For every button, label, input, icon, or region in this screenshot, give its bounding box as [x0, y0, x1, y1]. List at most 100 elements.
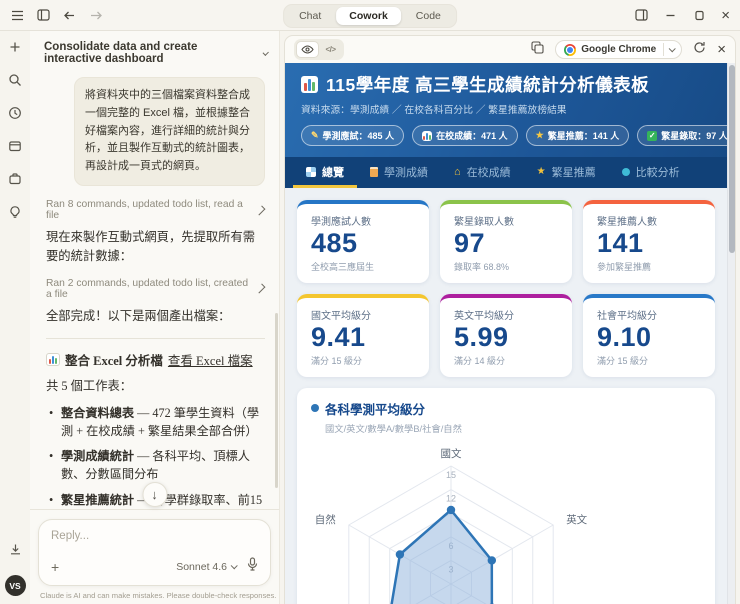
excel-chart-icon	[46, 353, 60, 367]
svg-text:自然: 自然	[315, 513, 336, 526]
copy-page-icon[interactable]	[531, 40, 544, 59]
panel-right-icon[interactable]	[634, 8, 648, 22]
icon-rail: VS	[0, 31, 30, 604]
chevron-right-icon	[255, 283, 266, 294]
dash-tab-compare[interactable]: 比較分析	[609, 157, 693, 188]
chevron-down-icon	[668, 45, 676, 53]
stat-card-english: 英文平均級分 5.99 滿分 14 級分	[440, 293, 572, 377]
svg-text:12: 12	[446, 493, 456, 503]
close-preview-icon[interactable]: ×	[717, 42, 726, 57]
star-icon: ★	[536, 166, 546, 177]
download-icon[interactable]	[9, 543, 22, 561]
pill-exam-count: ✎ 學測應試：485 人	[301, 125, 405, 146]
message-divider	[46, 338, 265, 340]
microphone-icon[interactable]	[247, 557, 258, 576]
grid-icon	[306, 167, 316, 177]
dashboard-title-icon	[301, 76, 318, 93]
conversation-header[interactable]: Consolidate data and create interactive …	[30, 31, 279, 69]
stat-card-social: 社會平均級分 9.10 滿分 15 級分	[583, 293, 715, 377]
code-view-icon[interactable]: </>	[319, 41, 342, 58]
history-icon[interactable]	[8, 106, 22, 125]
pencil-icon: ✎	[311, 130, 319, 140]
dashboard-scrollbar-thumb[interactable]	[729, 65, 735, 253]
maximize-icon[interactable]	[692, 8, 706, 22]
scroll-to-bottom-button[interactable]: ↓	[142, 482, 167, 507]
browser-name: Google Chrome	[581, 44, 657, 55]
chrome-logo-icon	[564, 43, 577, 56]
bullet-dot-icon	[311, 404, 319, 413]
tool-call-text: Ran 2 commands, updated todo list, creat…	[46, 277, 249, 300]
tool-call-summary[interactable]: Ran 2 commands, updated todo list, creat…	[46, 277, 266, 300]
summary-pills: ✎ 學測應試：485 人 在校成績：471 人 ★ 繁星推薦：141 人 ✓ 繁星錄取…	[301, 125, 735, 146]
projects-icon[interactable]	[8, 139, 22, 158]
reply-composer[interactable]: Reply... + Sonnet 4.6	[38, 519, 271, 586]
attach-button[interactable]: +	[51, 560, 59, 574]
browser-toolbar: </> Google Chrome ×	[285, 36, 735, 63]
forward-arrow-icon[interactable]	[88, 8, 102, 22]
view-excel-link[interactable]: 查看 Excel 檔案	[168, 350, 253, 369]
dashboard-scrollbar-track[interactable]	[727, 63, 735, 604]
stat-card-chinese: 國文平均級分 9.41 滿分 15 級分	[297, 293, 429, 377]
chat-scrollbar[interactable]	[275, 313, 278, 488]
dashboard-viewport: 115學年度 高三學生成績統計分析儀表板 資料來源：學測成績 ／ 在校各科百分比…	[285, 63, 735, 604]
chevron-down-icon	[262, 49, 269, 56]
dash-tab-gsat[interactable]: 學測成績	[357, 157, 441, 188]
refresh-icon[interactable]	[693, 41, 706, 59]
sidebar-toggle-icon[interactable]	[36, 8, 50, 22]
user-message: 將資料夾中的三個檔案資料整合成一個完整的 Excel 檔，並根據整合好檔案內容，…	[74, 77, 265, 187]
dashboard-content: 學測應試人數 485 全校高三應屆生 繁星錄取人數 97 錄取率 68.8% 繁…	[285, 188, 727, 604]
tab-code[interactable]: Code	[403, 7, 454, 25]
document-icon	[370, 167, 378, 177]
dash-tab-star[interactable]: ★ 繁星推薦	[524, 157, 609, 188]
pill-admit-count: ✓繁星錄取：97 人 ( 68.8% )	[637, 125, 735, 146]
ideas-icon[interactable]	[8, 205, 22, 224]
radar-chart-card: 各科學測平均級分 國文/英文/數學A/數學B/社會/自然 361215國文英文自…	[297, 387, 715, 604]
composer-area: Reply... + Sonnet 4.6 Claude is AI and c…	[30, 509, 279, 604]
view-toggle: </>	[294, 39, 344, 60]
new-chat-icon[interactable]	[8, 40, 22, 59]
user-avatar[interactable]: VS	[4, 575, 26, 596]
chart-title: 各科學測平均級分	[325, 402, 426, 417]
worksheet-bullet: 整合資料總表 — 472 筆學生資料（學測 + 在校成績 + 繁星結果全部合併）	[46, 405, 265, 440]
reply-input[interactable]: Reply...	[51, 530, 258, 542]
tab-chat[interactable]: Chat	[286, 7, 334, 25]
chat-panel: Consolidate data and create interactive …	[30, 31, 280, 604]
dashboard-subtitle: 資料來源：學測成績 ／ 在校各科百分比 ／ 繁星推薦放榜結果	[301, 105, 567, 116]
dash-tab-overview[interactable]: 總覽	[293, 157, 357, 188]
menu-icon[interactable]	[10, 8, 24, 22]
preview-panel: </> Google Chrome × 115學年度 高三學生成績統計分析儀表板…	[280, 31, 740, 604]
chevron-down-icon	[230, 562, 238, 570]
assistant-message: 全部完成！以下是兩個產出檔案：	[46, 308, 231, 323]
tool-call-summary[interactable]: Ran 8 commands, updated todo list, read …	[46, 199, 266, 222]
bullet-term: 整合資料總表	[61, 405, 135, 420]
search-icon[interactable]	[8, 73, 22, 92]
stat-card-admit: 繁星錄取人數 97 錄取率 68.8%	[440, 200, 572, 283]
close-window-icon[interactable]: ×	[721, 8, 730, 23]
check-icon: ✓	[647, 130, 658, 141]
worksheets-intro: 共 5 個工作表：	[46, 379, 133, 394]
model-selector[interactable]: Sonnet 4.6	[176, 560, 238, 573]
worksheet-bullet: 學測成績統計 — 各科平均、頂標人數、分數區間分布	[46, 448, 265, 483]
pill-school-count: 在校成績：471 人	[412, 125, 518, 146]
svg-text:英文: 英文	[566, 513, 587, 526]
dashboard-tabs: 總覽 學測成績 ⌂ 在校成績 ★ 繁星推薦 比較分析	[285, 157, 727, 188]
bullet-term: 繁星推薦統計	[61, 492, 135, 507]
minimize-icon[interactable]	[663, 8, 677, 22]
dash-tab-school[interactable]: ⌂ 在校成績	[441, 157, 524, 188]
back-arrow-icon[interactable]	[62, 8, 76, 22]
pill-divider	[663, 43, 665, 56]
assistant-message: 現在來製作互動式網頁，先提取所有需要的統計數據：	[46, 230, 256, 263]
tool-call-text: Ran 8 commands, updated todo list, read …	[46, 199, 243, 222]
chat-messages[interactable]: 將資料夾中的三個檔案資料整合成一個完整的 Excel 檔，並根據整合好檔案內容，…	[30, 69, 279, 509]
dot-icon	[621, 168, 630, 176]
browser-selector[interactable]: Google Chrome	[555, 40, 683, 59]
bar-chart-icon	[422, 130, 433, 141]
mode-tabs: Chat Cowork Code	[283, 4, 457, 28]
preview-eye-icon[interactable]	[296, 41, 319, 58]
bullet-term: 學測成績統計	[61, 449, 135, 464]
model-name: Sonnet 4.6	[176, 560, 227, 573]
radar-chart: 361215國文英文自然	[315, 447, 588, 604]
cowork-icon[interactable]	[8, 172, 22, 191]
browser-card: </> Google Chrome × 115學年度 高三學生成績統計分析儀表板…	[284, 35, 736, 604]
tab-cowork[interactable]: Cowork	[336, 7, 401, 25]
